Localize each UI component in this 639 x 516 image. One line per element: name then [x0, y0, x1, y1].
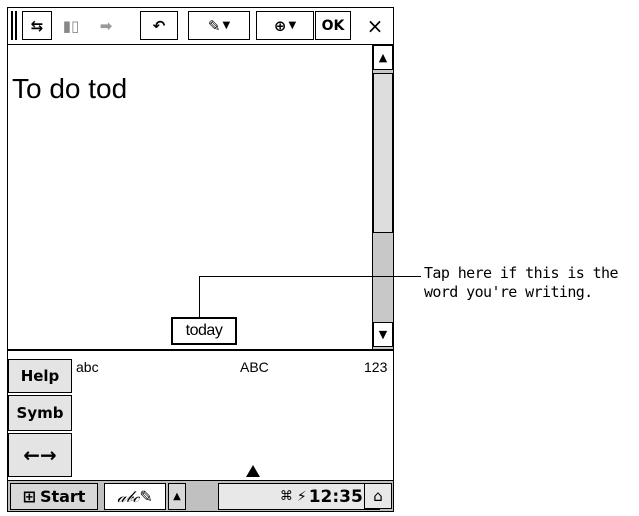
- callout-line-1: Tap here if this is the: [424, 264, 619, 282]
- power-plug-icon: ⚡: [296, 488, 307, 505]
- pen-options-button[interactable]: ✎ ▼: [188, 11, 250, 40]
- input-method-menu-button[interactable]: ▲: [168, 483, 186, 510]
- help-button[interactable]: Help: [8, 359, 72, 393]
- suggestion-text: today: [185, 322, 223, 339]
- callout-line-2: word you're writing.: [424, 283, 593, 301]
- taskbar: ⊞ Start 𝒶𝒷𝒸✎ ▲ ⌘ ⚡ 12:35p: [8, 480, 393, 511]
- today-button[interactable]: ⌂: [364, 483, 392, 509]
- zoom-button[interactable]: ⊕ ▼: [256, 11, 314, 40]
- word-suggestion-button[interactable]: today: [171, 317, 237, 345]
- view-toggle-button[interactable]: ▮▯: [54, 11, 88, 40]
- system-tray[interactable]: ⌘ ⚡ 12:35p: [218, 483, 380, 510]
- handwriting-pen-icon: 𝒶𝒷𝒸✎: [117, 486, 153, 506]
- input-method-button[interactable]: 𝒶𝒷𝒸✎: [104, 483, 166, 510]
- dropdown-caret-icon: ▼: [288, 20, 297, 31]
- callout-leader-horizontal: [199, 276, 421, 277]
- uppercase-zone-label: ABC: [240, 359, 269, 375]
- close-button[interactable]: ×: [360, 11, 390, 40]
- handwriting-input-panel: Help Symb ←→ abc ABC 123: [8, 349, 393, 480]
- scroll-thumb[interactable]: [373, 73, 393, 233]
- toolbar: ⇆ ▮▯ ➡ ↶ ✎ ▼ ⊕ ▼ OK ×: [8, 8, 393, 45]
- up-caret-icon: ▲: [173, 491, 181, 502]
- callout-annotation: Tap here if this is the word you're writ…: [424, 264, 619, 302]
- cursor-arrows-button[interactable]: ←→: [8, 433, 72, 477]
- start-label: Start: [39, 487, 86, 506]
- dropdown-caret-icon: ▼: [222, 20, 231, 31]
- undo-icon: ↶: [152, 16, 166, 35]
- undo-button[interactable]: ↶: [140, 11, 178, 40]
- scroll-up-icon: ▲: [378, 51, 388, 64]
- toolbar-grip[interactable]: [11, 11, 17, 40]
- lowercase-zone-label: abc: [76, 359, 99, 375]
- house-clock-icon: ⌂: [373, 487, 383, 505]
- symbol-label: Symb: [16, 404, 64, 422]
- swap-button[interactable]: ⇆: [22, 11, 52, 40]
- windows-flag-icon: ⊞: [22, 487, 36, 506]
- pocket-pc-screen: ⇆ ▮▯ ➡ ↶ ✎ ▼ ⊕ ▼ OK × To do tod today ▲ …: [7, 7, 394, 512]
- pen-icon: ✎: [207, 16, 221, 35]
- numeric-zone-label: 123: [364, 359, 388, 375]
- vertical-scrollbar[interactable]: ▲ ▼: [372, 45, 393, 349]
- writing-area[interactable]: abc ABC 123: [74, 351, 393, 480]
- swap-arrows-icon: ⇆: [30, 16, 44, 35]
- scroll-down-button[interactable]: ▼: [373, 322, 393, 347]
- scroll-up-button[interactable]: ▲: [373, 45, 393, 70]
- panel-icon: ▮▯: [62, 16, 80, 35]
- scroll-down-icon: ▼: [378, 328, 388, 341]
- ok-button[interactable]: OK: [315, 11, 351, 40]
- ok-label: OK: [321, 17, 345, 34]
- document-editor[interactable]: To do tod today: [8, 45, 371, 349]
- forward-button[interactable]: ➡: [90, 11, 122, 40]
- close-icon: ×: [366, 13, 384, 38]
- zoom-in-icon: ⊕: [273, 16, 287, 35]
- callout-leader-vertical: [199, 276, 200, 318]
- help-label: Help: [20, 367, 60, 385]
- arrow-keys-icon: ←→: [23, 443, 57, 467]
- start-button[interactable]: ⊞ Start: [10, 483, 98, 510]
- forward-arrow-icon: ➡: [99, 16, 113, 35]
- document-text: To do tod: [12, 73, 128, 104]
- network-connection-icon: ⌘: [279, 489, 293, 504]
- panel-handle-icon[interactable]: [246, 465, 260, 477]
- symbol-button[interactable]: Symb: [8, 395, 72, 431]
